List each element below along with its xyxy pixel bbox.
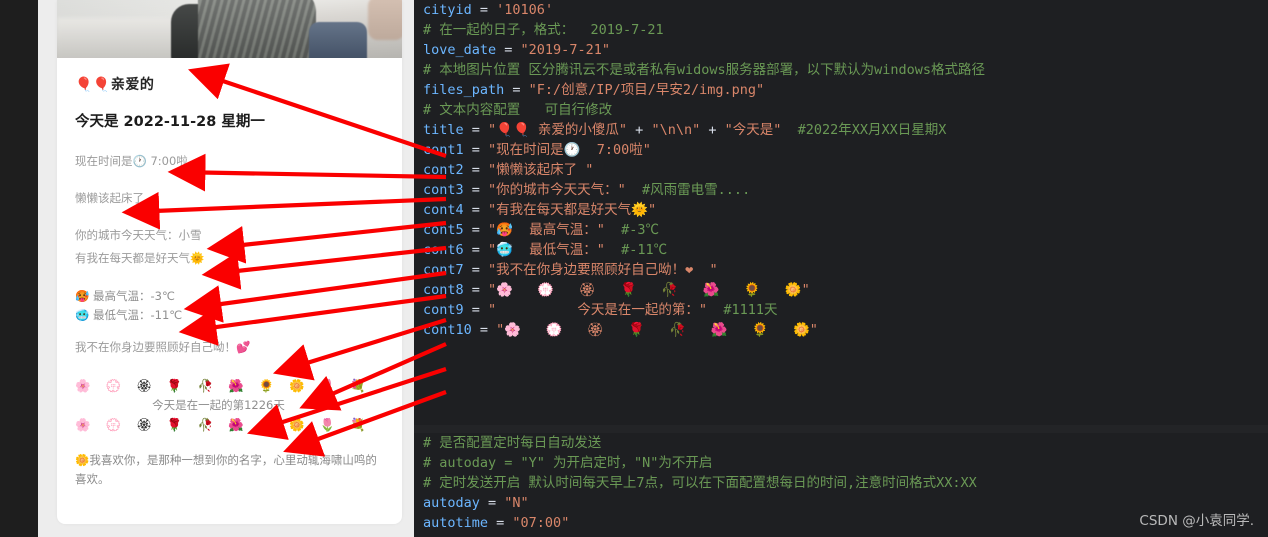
code-line-cont6[interactable]: cont6 = "🥶 最低气温：" #-11℃ [414, 240, 1268, 260]
message-weather-line: 你的城市今天天气：小雪 [75, 228, 202, 242]
message-time-line: 现在时间是🕐 7:00啦 [75, 154, 188, 168]
message-body: 🎈🎈亲爱的 今天是 2022-11-28 星期一 现在时间是🕐 7:00啦 懒懒… [57, 58, 402, 489]
message-care-line: 我不在你身边要照顾好自己呦！💕 [75, 340, 251, 354]
code-line-cityid[interactable]: cityid = '10106' [414, 0, 1268, 20]
code-line-cont9[interactable]: cont9 = " 今天是在一起的第：" #1111天 [414, 300, 1268, 320]
message-wakeup-line: 懒懒该起床了 [75, 191, 144, 205]
message-days-together: 今天是在一起的第1226天 [152, 398, 285, 412]
code-line-comment[interactable]: # 在一起的日子，格式： 2019-7-21 [414, 20, 1268, 40]
code-line-cont2[interactable]: cont2 = "懒懒该起床了 " [414, 160, 1268, 180]
code-line-comment[interactable]: # autoday = "Y" 为开启定时，"N"为不开启 [414, 453, 1268, 473]
code-line-love_date[interactable]: love_date = "2019-7-21" [414, 40, 1268, 60]
code-line-comment[interactable]: # 定时发送开启 默认时间每天早上7点，可以在下面配置想每日的时间,注意时间格式… [414, 473, 1268, 493]
code-fold-separator [414, 425, 1268, 433]
code-line-cont5[interactable]: cont5 = "🥵 最高气温：" #-3℃ [414, 220, 1268, 240]
message-title: 🎈🎈亲爱的 [75, 77, 155, 93]
code-line-cont4[interactable]: cont4 = "有我在每天都是好天气🌞" [414, 200, 1268, 220]
code-block-main[interactable]: cityid = '10106' # 在一起的日子，格式： 2019-7-21 lo… [414, 0, 1268, 340]
message-low-temp: 🥶 最低气温：-11℃ [75, 308, 183, 322]
screenshot-root: 🎈🎈亲爱的 今天是 2022-11-28 星期一 现在时间是🕐 7:00啦 懒懒… [0, 0, 1268, 537]
message-card: 🎈🎈亲爱的 今天是 2022-11-28 星期一 现在时间是🕐 7:00啦 懒懒… [57, 0, 402, 524]
watermark: CSDN @小袁同学. [1139, 513, 1254, 529]
code-line-cont10[interactable]: cont10 = "🌸 💮 🏵 🌹 🥀 🌺 🌻 🌼" [414, 320, 1268, 340]
message-flowers-top: 🌸 💮 🏵 🌹 🥀 🌺 🌻 🌼 🌷 💐 [75, 378, 372, 393]
code-line-files_path[interactable]: files_path = "F:/创意/IP/项目/早安2/img.png" [414, 80, 1268, 100]
code-line-title[interactable]: title = "🎈🎈 亲爱的小傻瓜" + "\n\n" + "今天是" #20… [414, 120, 1268, 140]
code-line-cont7[interactable]: cont7 = "我不在你身边要照顾好自己呦！❤ " [414, 260, 1268, 280]
code-line-cont3[interactable]: cont3 = "你的城市今天天气：" #风雨雷电雪.... [414, 180, 1268, 200]
code-editor-pane[interactable]: cityid = '10106' # 在一起的日子，格式： 2019-7-21 lo… [414, 0, 1268, 537]
header-photo [57, 0, 402, 58]
editor-left-gutter [0, 0, 38, 537]
code-line-cont8[interactable]: cont8 = "🌸 💮 🏵 🌹 🥀 🌺 🌻 🌼" [414, 280, 1268, 300]
code-line-comment[interactable]: # 文本内容配置 可自行修改 [414, 100, 1268, 120]
code-line-cont1[interactable]: cont1 = "现在时间是🕐 7:00啦" [414, 140, 1268, 160]
message-high-temp: 🥵 最高气温：-3℃ [75, 289, 175, 303]
code-line-comment[interactable]: # 是否配置定时每日自动发送 [414, 433, 1268, 453]
message-goodweather-line: 有我在每天都是好天气🌞 [75, 251, 205, 265]
wechat-message-preview-pane: 🎈🎈亲爱的 今天是 2022-11-28 星期一 现在时间是🕐 7:00啦 懒懒… [38, 0, 414, 537]
message-flowers-bottom: 🌸 💮 🏵 🌹 🥀 🌺 🌻 🌼 🌷 💐 [75, 417, 372, 432]
message-date: 今天是 2022-11-28 星期一 [75, 114, 265, 130]
message-quote: 🌼我喜欢你，是那种一想到你的名字，心里动辄海啸山鸣的喜欢。 [75, 453, 377, 486]
code-line-comment[interactable]: # 本地图片位置 区分腾讯云不是或者私有widows服务器部署，以下默认为win… [414, 60, 1268, 80]
